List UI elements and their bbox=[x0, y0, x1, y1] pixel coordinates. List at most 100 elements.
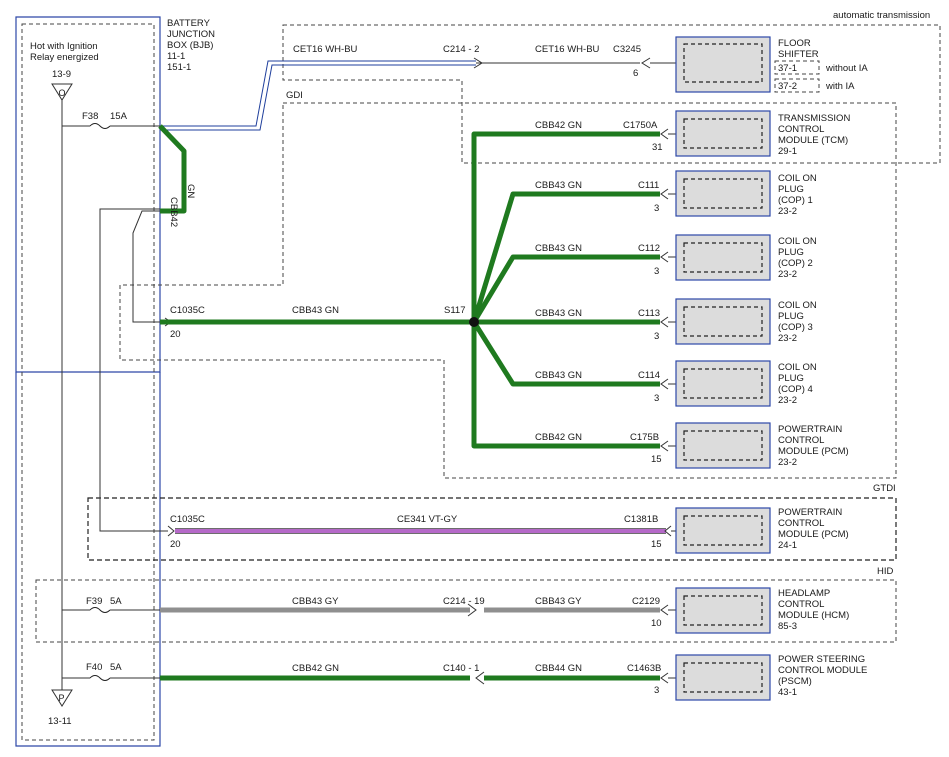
zone-gtdi-label: GTDI bbox=[873, 483, 896, 494]
c3245-pin: 6 bbox=[633, 68, 638, 79]
c112-arrow-icon bbox=[660, 251, 669, 263]
cop4-line3: (COP) 4 bbox=[778, 384, 813, 395]
c1035c-b-label: C1035C bbox=[170, 514, 205, 525]
wire-gtdi-feed bbox=[99, 208, 168, 532]
cop2-line1: COIL ON bbox=[778, 236, 817, 247]
pscm-right-wire-label: CBB44 GN bbox=[535, 663, 582, 674]
pcm-gtdi-line3: MODULE (PCM) bbox=[778, 529, 849, 540]
c1381b-label: C1381B bbox=[624, 514, 658, 525]
c214-19-label: C214 - 19 bbox=[443, 596, 485, 607]
c214-2-label: C214 - 2 bbox=[443, 44, 479, 55]
hcm-line2: CONTROL bbox=[778, 599, 824, 610]
pcm-gtdi-line1: POWERTRAIN bbox=[778, 507, 842, 518]
c175b-arrow-icon bbox=[660, 440, 669, 452]
s117-label: S117 bbox=[444, 305, 465, 316]
c175b-label: C175B bbox=[630, 432, 659, 443]
fuse-f40-label: F40 bbox=[86, 662, 102, 673]
bjb-ref2: 151-1 bbox=[167, 62, 191, 73]
hcm-right-wire-label: CBB43 GY bbox=[535, 596, 582, 607]
pcm-gtdi-ref: 24-1 bbox=[778, 540, 797, 551]
ce341-label: CE341 VT-GY bbox=[397, 514, 458, 525]
c1750a-label: C1750A bbox=[623, 120, 658, 131]
c111-arrow-icon bbox=[660, 188, 669, 200]
fuse-f40-icon bbox=[89, 675, 111, 681]
pcm-gtdi-line2: CONTROL bbox=[778, 518, 824, 529]
bjb-name-line3: BOX (BJB) bbox=[167, 40, 213, 51]
pcm-gdi-line2: CONTROL bbox=[778, 435, 824, 446]
pscm-line2: CONTROL MODULE bbox=[778, 665, 867, 676]
c1035c-a-label: C1035C bbox=[170, 305, 205, 316]
splice-s117 bbox=[469, 317, 479, 327]
cop3-line1: COIL ON bbox=[778, 300, 817, 311]
bjb-inner-box bbox=[21, 23, 155, 741]
c114-pin: 3 bbox=[654, 393, 659, 404]
c2129-label: C2129 bbox=[632, 596, 660, 607]
cop1-line2: PLUG bbox=[778, 184, 804, 195]
c112-pin: 3 bbox=[654, 266, 659, 277]
tcm-ref: 29-1 bbox=[778, 146, 797, 157]
cop4-wire-label: CBB43 GN bbox=[535, 370, 582, 381]
c2129-arrow-icon bbox=[660, 604, 669, 616]
c112-label: C112 bbox=[638, 243, 660, 254]
cop4-line1: COIL ON bbox=[778, 362, 817, 373]
zone-automatic-label: automatic transmission bbox=[833, 10, 930, 21]
c114-arrow-icon bbox=[660, 378, 669, 390]
pscm-line1: POWER STEERING bbox=[778, 654, 865, 665]
bjb-hot-line1: Hot with Ignition bbox=[30, 41, 98, 52]
c111-label: C111 bbox=[638, 180, 659, 191]
cop3-line2: PLUG bbox=[778, 311, 804, 322]
c113-arrow-icon bbox=[660, 316, 669, 328]
c3245-label: C3245 bbox=[613, 44, 641, 55]
pcm-gdi-line3: MODULE (PCM) bbox=[778, 446, 849, 457]
cop2-line3: (COP) 2 bbox=[778, 258, 813, 269]
tcm-line1: TRANSMISSION bbox=[778, 113, 850, 124]
module-cop3 bbox=[675, 298, 771, 345]
floor-shifter-opt2-ref: 37-2 bbox=[778, 81, 797, 92]
wire-cet16-lower bbox=[160, 64, 476, 131]
module-cop2 bbox=[675, 234, 771, 281]
bjb-outline-lower bbox=[15, 372, 161, 747]
tcm-line2: CONTROL bbox=[778, 124, 824, 135]
fuse-f38-icon bbox=[89, 123, 111, 129]
cet16-left-label: CET16 WH-BU bbox=[293, 44, 358, 55]
hcm-line1: HEADLAMP bbox=[778, 588, 830, 599]
bjb-name-line1: BATTERY bbox=[167, 18, 211, 29]
connector-o-letter: O bbox=[59, 88, 66, 98]
module-pcm-gtdi bbox=[675, 507, 771, 554]
pscm-ref: 43-1 bbox=[778, 687, 797, 698]
cet16-right-label: CET16 WH-BU bbox=[535, 44, 600, 55]
cbb42-vertical-label: CBB42 bbox=[168, 197, 179, 227]
zone-hid-label: HID bbox=[877, 566, 894, 577]
floor-shifter-opt2: with IA bbox=[825, 81, 855, 92]
fuse-f39-label: F39 bbox=[86, 596, 102, 607]
zone-gdi-label: GDI bbox=[286, 90, 303, 101]
c1463b-pin: 3 bbox=[654, 685, 659, 696]
c1381b-pin: 15 bbox=[651, 539, 662, 550]
module-floor-shifter bbox=[675, 36, 771, 93]
c113-label: C113 bbox=[638, 308, 660, 319]
wire-cet16-upper bbox=[160, 60, 476, 127]
cop1-wire-label: CBB43 GN bbox=[535, 180, 582, 191]
cop4-ref: 23-2 bbox=[778, 395, 797, 406]
c114-label: C114 bbox=[638, 370, 660, 381]
bjb-ref-top: 13-9 bbox=[52, 69, 71, 80]
cop1-line3: (COP) 1 bbox=[778, 195, 813, 206]
hcm-line3: MODULE (HCM) bbox=[778, 610, 849, 621]
pcm-gdi-ref: 23-2 bbox=[778, 457, 797, 468]
module-hcm bbox=[675, 587, 771, 634]
c1750a-arrow-icon bbox=[660, 128, 669, 140]
zone-gdi bbox=[119, 102, 897, 479]
tcm-wire-label: CBB42 GN bbox=[535, 120, 582, 131]
gn-vertical-label: GN bbox=[185, 184, 196, 198]
bjb-name-line2: JUNCTION bbox=[167, 29, 215, 40]
pscm-line3: (PSCM) bbox=[778, 676, 812, 687]
wiring-diagram-canvas: Hot with Ignition Relay energized 13-9 O… bbox=[15, 10, 941, 747]
tcm-line3: MODULE (TCM) bbox=[778, 135, 848, 146]
c1463b-label: C1463B bbox=[627, 663, 661, 674]
module-tcm bbox=[675, 110, 771, 157]
module-pscm bbox=[675, 654, 771, 701]
hcm-left-wire-label: CBB43 GY bbox=[292, 596, 339, 607]
c3245-arrow-icon bbox=[641, 57, 651, 69]
fuse-f39-icon bbox=[89, 607, 111, 613]
cop3-ref: 23-2 bbox=[778, 333, 797, 344]
